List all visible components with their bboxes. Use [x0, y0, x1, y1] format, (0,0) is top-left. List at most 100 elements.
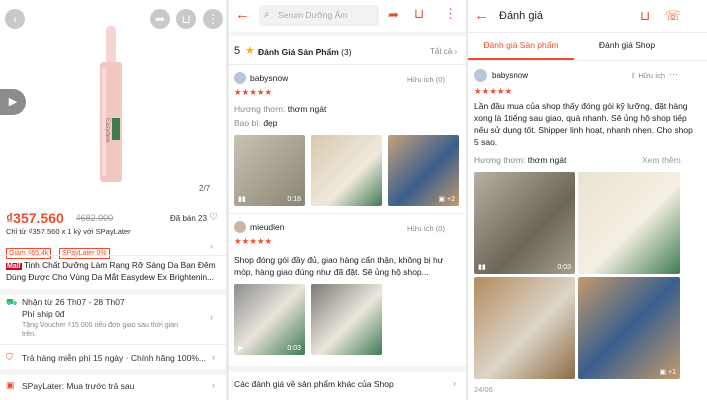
review-attribute: Hương thơm: thơm ngát: [474, 155, 566, 165]
more-photos-count: ▣ +2: [438, 196, 455, 203]
video-duration: 0:03: [287, 345, 301, 352]
product-title-text: Tinh Chất Dưỡng Làm Rạng Rỡ Sáng Da Ban …: [6, 260, 216, 282]
chevron-right-icon[interactable]: ›: [210, 312, 213, 322]
avatar[interactable]: [474, 69, 487, 82]
mall-badge: Mall: [6, 263, 22, 270]
chevron-right-icon[interactable]: ›: [453, 378, 456, 388]
chevron-right-icon[interactable]: ›: [212, 352, 215, 362]
helpful-button[interactable]: ⇧ Hữu ích: [630, 71, 665, 80]
more-photos-label: +2: [447, 196, 455, 203]
attr-label: Hương thơm:: [234, 104, 286, 114]
search-box[interactable]: ⌕ Serum Dưỡng Ẩm: [259, 5, 379, 26]
more-options-icon[interactable]: ⋯: [669, 69, 678, 80]
installment-info[interactable]: Chỉ từ ₫357.560 x 1 kỳ với SPayLater: [6, 227, 131, 236]
review-photo-thumbnail[interactable]: ▣ +1: [578, 277, 680, 379]
return-policy[interactable]: Trả hàng miễn phí 15 ngày · Chính hãng 1…: [22, 353, 206, 363]
back-button[interactable]: ‹: [5, 9, 25, 29]
see-all-label: Tất cả: [430, 47, 453, 56]
review-stars: ★★★★★: [234, 236, 273, 246]
helpful-button[interactable]: Hữu ích (0): [407, 224, 445, 233]
voucher-note: Tặng Voucher ₫15.000 nếu đơn giao sau th…: [22, 322, 178, 338]
cart-icon[interactable]: ⊔: [414, 6, 424, 22]
review-video-thumbnail[interactable]: ▮▮ 0:18: [234, 135, 305, 206]
original-price: ₫682.000: [76, 213, 114, 223]
attr-value: đẹp: [263, 118, 278, 128]
review-text: Shop đóng gói đầy đủ, giao hàng cẩn thận…: [234, 255, 444, 277]
avatar[interactable]: [234, 72, 246, 84]
truck-icon: ⛟: [6, 297, 18, 307]
back-arrow-icon[interactable]: ←: [474, 7, 489, 24]
tab-shop-reviews[interactable]: Đánh giá Shop: [574, 40, 680, 50]
see-more-link[interactable]: Xem thêm: [642, 155, 681, 165]
chevron-right-icon[interactable]: ›: [212, 380, 215, 390]
video-icon: ▮▮: [238, 196, 246, 203]
wallet-icon: ▣: [6, 380, 15, 390]
share-icon[interactable]: ➦: [388, 7, 399, 23]
attr-value: thơm ngát: [287, 104, 327, 114]
review-count: (3): [341, 47, 352, 57]
product-image[interactable]: Easydew: [0, 0, 226, 200]
see-all-link[interactable]: Tất cả ›: [430, 47, 457, 56]
shipping-fee: Phí ship 0đ: [22, 309, 65, 319]
reviews-panel: ← ⌕ Serum Dưỡng Ẩm ➦ ⊔ ⋮ 5 ★ Đánh Giá Sả…: [229, 0, 466, 400]
section-title: Đánh Giá Sản Phẩm (3): [258, 47, 352, 57]
chat-icon[interactable]: ☏: [665, 8, 681, 24]
helpful-label: Hữu ích: [638, 71, 666, 80]
image-counter: 2/7: [199, 184, 211, 193]
video-icon: ▶: [238, 345, 244, 352]
review-text: Lần đầu mua của shop thấy đóng gói kỹ lư…: [474, 101, 693, 147]
promo-tags[interactable]: Giảm ₫65,4k SPayLater 0%: [6, 242, 110, 260]
rating-value: 5: [234, 45, 241, 57]
back-arrow-icon[interactable]: ←: [235, 6, 250, 23]
favorite-heart-icon[interactable]: ♡: [209, 212, 218, 223]
product-title: Mall Tinh Chất Dưỡng Làm Rạng Rỡ Sáng Da…: [6, 260, 220, 283]
share-icon[interactable]: ➦: [150, 9, 170, 29]
search-placeholder: Serum Dưỡng Ẩm: [278, 10, 348, 20]
chevron-right-icon[interactable]: ›: [210, 241, 213, 251]
review-photo-thumbnail[interactable]: ▣ +2: [388, 135, 459, 206]
review-user[interactable]: babysnow: [250, 73, 288, 83]
review-video-thumbnail[interactable]: ▮▮ 0:03: [474, 172, 575, 274]
review-photo-thumbnail[interactable]: [474, 277, 575, 379]
current-price: ₫357.560: [6, 210, 64, 226]
voucher-tag[interactable]: Giảm ₫65,4k: [6, 248, 52, 259]
play-video-button[interactable]: ▶: [0, 89, 26, 115]
review-photo-thumbnail[interactable]: [578, 172, 680, 274]
attr-label: Bao bì:: [234, 118, 261, 128]
more-icon[interactable]: ⋮: [444, 6, 457, 22]
attr-value: thơm ngát: [527, 155, 567, 165]
video-duration: 0:18: [287, 196, 301, 203]
product-panel: Easydew ‹ ➦ ⊔ ⋮ ▶ 2/7 ₫357.560 ₫682.000 …: [0, 0, 226, 400]
review-photo-thumbnail[interactable]: [311, 284, 382, 355]
tab-product-reviews[interactable]: Đánh giá Sản phẩm: [468, 40, 574, 50]
review-user[interactable]: mieudien: [250, 222, 285, 232]
review-video-thumbnail[interactable]: ▶ 0:03: [234, 284, 305, 355]
star-icon: ★: [245, 45, 255, 57]
product-brand-text: Easydew: [104, 118, 110, 143]
shield-icon: ⛉: [6, 352, 13, 362]
review-attribute: Hương thơm: thơm ngát: [234, 104, 326, 114]
more-photos-count: ▣ +1: [659, 369, 676, 376]
spaylater-row[interactable]: SPayLater: Mua trước trả sau: [22, 381, 134, 391]
cart-icon[interactable]: ⊔: [176, 9, 196, 29]
search-icon: ⌕: [264, 9, 270, 20]
attr-label: Hương thơm:: [474, 155, 526, 165]
delivery-dates: Nhận từ 26 Th07 - 28 Th07: [22, 297, 125, 307]
review-detail-panel: ← Đánh giá ⊔ ☏ Đánh giá Sản phẩm Đánh gi…: [468, 0, 707, 400]
review-stars: ★★★★★: [234, 87, 273, 97]
helpful-button[interactable]: Hữu ích (0): [407, 75, 445, 84]
review-photo-thumbnail[interactable]: [311, 135, 382, 206]
page-title: Đánh giá: [499, 10, 544, 22]
review-user[interactable]: babysnow: [492, 71, 528, 80]
avatar[interactable]: [234, 221, 246, 233]
review-date: 24/06: [474, 385, 493, 394]
video-icon: ▮▮: [478, 264, 486, 271]
cart-icon[interactable]: ⊔: [640, 8, 650, 24]
section-title-text: Đánh Giá Sản Phẩm: [258, 47, 339, 57]
review-stars: ★★★★★: [474, 86, 513, 96]
sold-count: Đã bán 23: [170, 214, 207, 223]
spaylater-tag[interactable]: SPayLater 0%: [58, 248, 110, 259]
more-icon[interactable]: ⋮: [203, 9, 223, 29]
video-duration: 0:03: [557, 264, 571, 271]
other-reviews-link[interactable]: Các đánh giá về sản phẩm khác của Shop: [234, 379, 394, 389]
